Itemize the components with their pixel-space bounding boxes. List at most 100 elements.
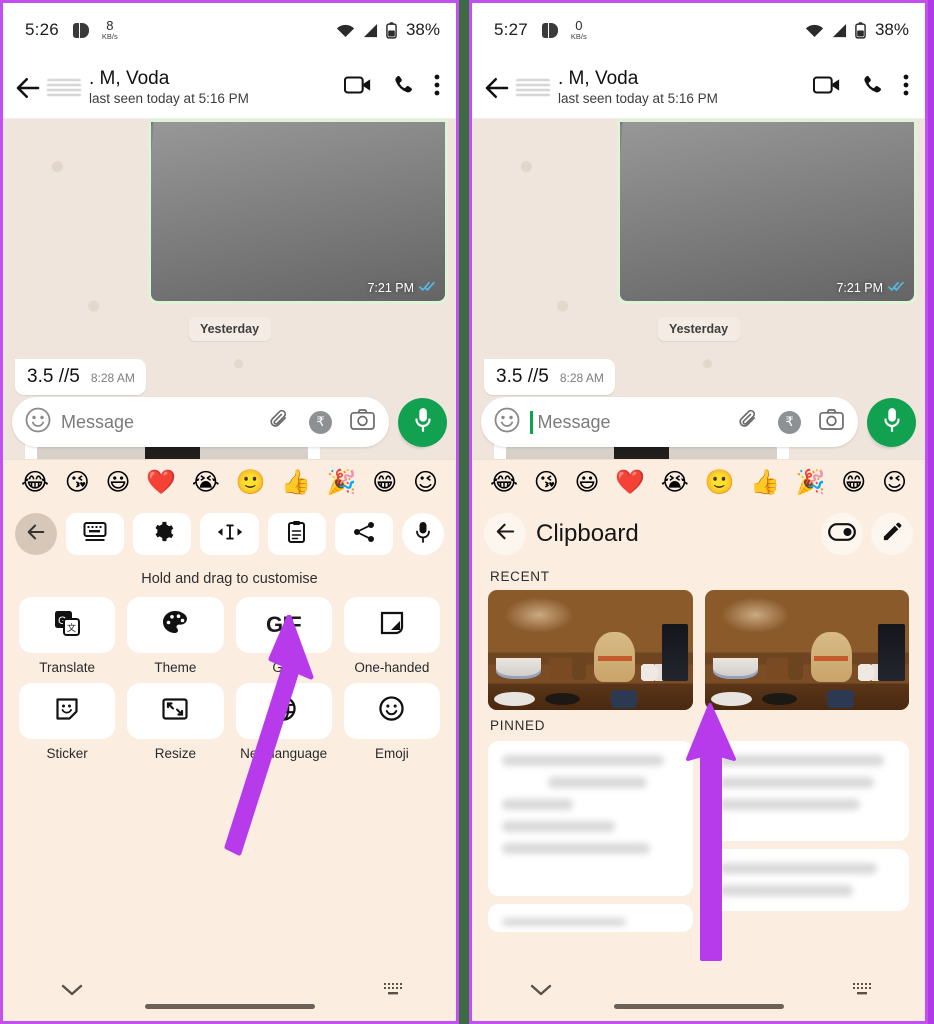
- emoji-item[interactable]: 🎉: [327, 470, 357, 494]
- emoji-item[interactable]: 😃: [105, 470, 130, 494]
- emoji-item[interactable]: 😉: [413, 470, 438, 494]
- clipboard-back-button[interactable]: [484, 513, 526, 555]
- emoji-suggestion-strip[interactable]: 😂 😘 😃 ❤️ 😭 🙂 👍 🎉 😁 😉: [3, 459, 456, 503]
- video-call-icon[interactable]: [343, 74, 372, 101]
- resize-tile[interactable]: [127, 683, 224, 739]
- pinned-text-clip[interactable]: [704, 849, 909, 911]
- camera-icon[interactable]: [350, 409, 375, 435]
- thumb-bowl: [712, 658, 758, 679]
- phone-call-icon[interactable]: [391, 73, 415, 102]
- outgoing-photo-message[interactable]: 7:21 PM: [148, 119, 448, 304]
- pinned-text-clip[interactable]: [704, 741, 909, 841]
- text-caret: [530, 410, 533, 434]
- toolbar-keyboard-button[interactable]: [66, 513, 125, 555]
- toolbar-back-button[interactable]: [15, 513, 57, 555]
- overflow-menu-icon[interactable]: [903, 73, 909, 102]
- voice-message-button[interactable]: [867, 397, 916, 447]
- toolbar-clipboard-button[interactable]: [267, 513, 326, 555]
- incoming-text-message[interactable]: 3.5 //5 8:28 AM: [484, 359, 615, 395]
- back-arrow-icon[interactable]: [13, 73, 43, 103]
- outgoing-photo-message[interactable]: 7:21 PM: [617, 119, 917, 304]
- video-call-icon[interactable]: [812, 74, 841, 101]
- next-language-tile[interactable]: [235, 683, 332, 739]
- emoji-suggestion-strip[interactable]: 😂 😘 😃 ❤️ 😭 🙂 👍 🎉 😁 😉: [472, 459, 925, 503]
- voice-message-button[interactable]: [398, 397, 447, 447]
- keyboard-switch-icon[interactable]: [851, 981, 873, 1004]
- emoji-item[interactable]: 😂: [21, 470, 49, 494]
- emoji-item[interactable]: 😁: [372, 470, 397, 494]
- search-input-placeholder-wrap[interactable]: Message: [61, 412, 260, 433]
- grid-item-one-handed[interactable]: One-handed: [343, 597, 440, 675]
- emoji-item[interactable]: 😂: [490, 470, 518, 494]
- toolbar-text-editing-button[interactable]: [200, 513, 259, 555]
- emoji-face-icon[interactable]: [494, 407, 520, 438]
- emoji-item[interactable]: 😭: [661, 470, 689, 494]
- emoji-item[interactable]: 🙂: [704, 470, 734, 494]
- translate-tile[interactable]: G文: [19, 597, 116, 653]
- gif-tile[interactable]: GIF: [235, 597, 332, 653]
- message-input-pill[interactable]: Message ₹: [12, 397, 389, 447]
- emoji-item[interactable]: ❤️: [615, 470, 645, 494]
- chat-contact-info[interactable]: . M, Voda last seen today at 5:16 PM: [89, 68, 249, 106]
- avatar[interactable]: [47, 78, 81, 97]
- emoji-item[interactable]: 😭: [192, 470, 220, 494]
- message-input[interactable]: Message: [61, 412, 134, 433]
- pinned-text-clip[interactable]: [488, 741, 693, 896]
- toolbar-share-button[interactable]: [334, 513, 394, 555]
- back-arrow-icon[interactable]: [482, 73, 512, 103]
- grid-item-sticker[interactable]: Sticker: [19, 683, 116, 761]
- paperclip-icon[interactable]: [270, 408, 291, 436]
- emoji-item[interactable]: 👍: [750, 470, 780, 494]
- phone-call-icon[interactable]: [860, 73, 884, 102]
- emoji-item[interactable]: 😃: [574, 470, 599, 494]
- theme-tile[interactable]: [127, 597, 224, 653]
- emoji-item[interactable]: 😁: [841, 470, 866, 494]
- clipboard-image-thumbnail[interactable]: [488, 590, 693, 710]
- emoji-item[interactable]: ❤️: [146, 470, 176, 494]
- clip-text-line: [718, 885, 853, 896]
- rupee-payment-icon[interactable]: ₹: [778, 410, 801, 434]
- chat-app-bar: . M, Voda last seen today at 5:16 PM: [3, 57, 456, 119]
- chat-contact-info[interactable]: . M, Voda last seen today at 5:16 PM: [558, 68, 718, 106]
- emoji-face-icon[interactable]: [25, 407, 51, 438]
- toolbar-settings-button[interactable]: [133, 513, 192, 555]
- emoji-face-icon: [379, 696, 405, 726]
- emoji-tile[interactable]: [343, 683, 440, 739]
- clipboard-edit-button[interactable]: [871, 513, 913, 555]
- emoji-item[interactable]: 👍: [281, 470, 311, 494]
- message-meta: 7:21 PM: [367, 281, 436, 295]
- emoji-item[interactable]: 😘: [534, 470, 559, 494]
- emoji-item[interactable]: 😘: [65, 470, 90, 494]
- grid-item-translate[interactable]: G文 Translate: [19, 597, 116, 675]
- chat-message-list[interactable]: 7:21 PM Yesterday 3.5 //5 8:28 AM Messag…: [3, 119, 456, 459]
- avatar[interactable]: [516, 78, 550, 97]
- paperclip-icon[interactable]: [739, 408, 760, 436]
- chevron-down-icon[interactable]: [530, 983, 552, 1002]
- chevron-down-icon[interactable]: [61, 983, 83, 1002]
- home-indicator[interactable]: [613, 1004, 784, 1009]
- grid-item-next-language[interactable]: Next language: [235, 683, 332, 761]
- chat-message-list[interactable]: 7:21 PM Yesterday 3.5 //5 8:28 AM Messag…: [472, 119, 925, 459]
- grid-item-theme[interactable]: Theme: [127, 597, 224, 675]
- pinned-text-clip[interactable]: [488, 904, 693, 932]
- clipboard-toggle-button[interactable]: [821, 513, 863, 555]
- camera-icon[interactable]: [819, 409, 844, 435]
- search-input-placeholder-wrap[interactable]: Message: [530, 410, 729, 434]
- sticker-tile[interactable]: [19, 683, 116, 739]
- emoji-item[interactable]: 😉: [882, 470, 907, 494]
- incoming-text-message[interactable]: 3.5 //5 8:28 AM: [15, 359, 146, 395]
- grid-item-resize[interactable]: Resize: [127, 683, 224, 761]
- grid-item-gif[interactable]: GIF GIF: [235, 597, 332, 675]
- grid-item-emoji[interactable]: Emoji: [343, 683, 440, 761]
- one-handed-tile[interactable]: [343, 597, 440, 653]
- keyboard-switch-icon[interactable]: [382, 981, 404, 1004]
- emoji-item[interactable]: 🙂: [235, 470, 265, 494]
- overflow-menu-icon[interactable]: [434, 73, 440, 102]
- rupee-payment-icon[interactable]: ₹: [309, 410, 332, 434]
- home-indicator[interactable]: [144, 1004, 315, 1009]
- emoji-item[interactable]: 🎉: [796, 470, 826, 494]
- message-input-pill[interactable]: Message ₹: [481, 397, 858, 447]
- clipboard-image-thumbnail[interactable]: [704, 590, 909, 710]
- toolbar-voice-input-button[interactable]: [402, 513, 445, 555]
- message-input[interactable]: Message: [538, 412, 611, 433]
